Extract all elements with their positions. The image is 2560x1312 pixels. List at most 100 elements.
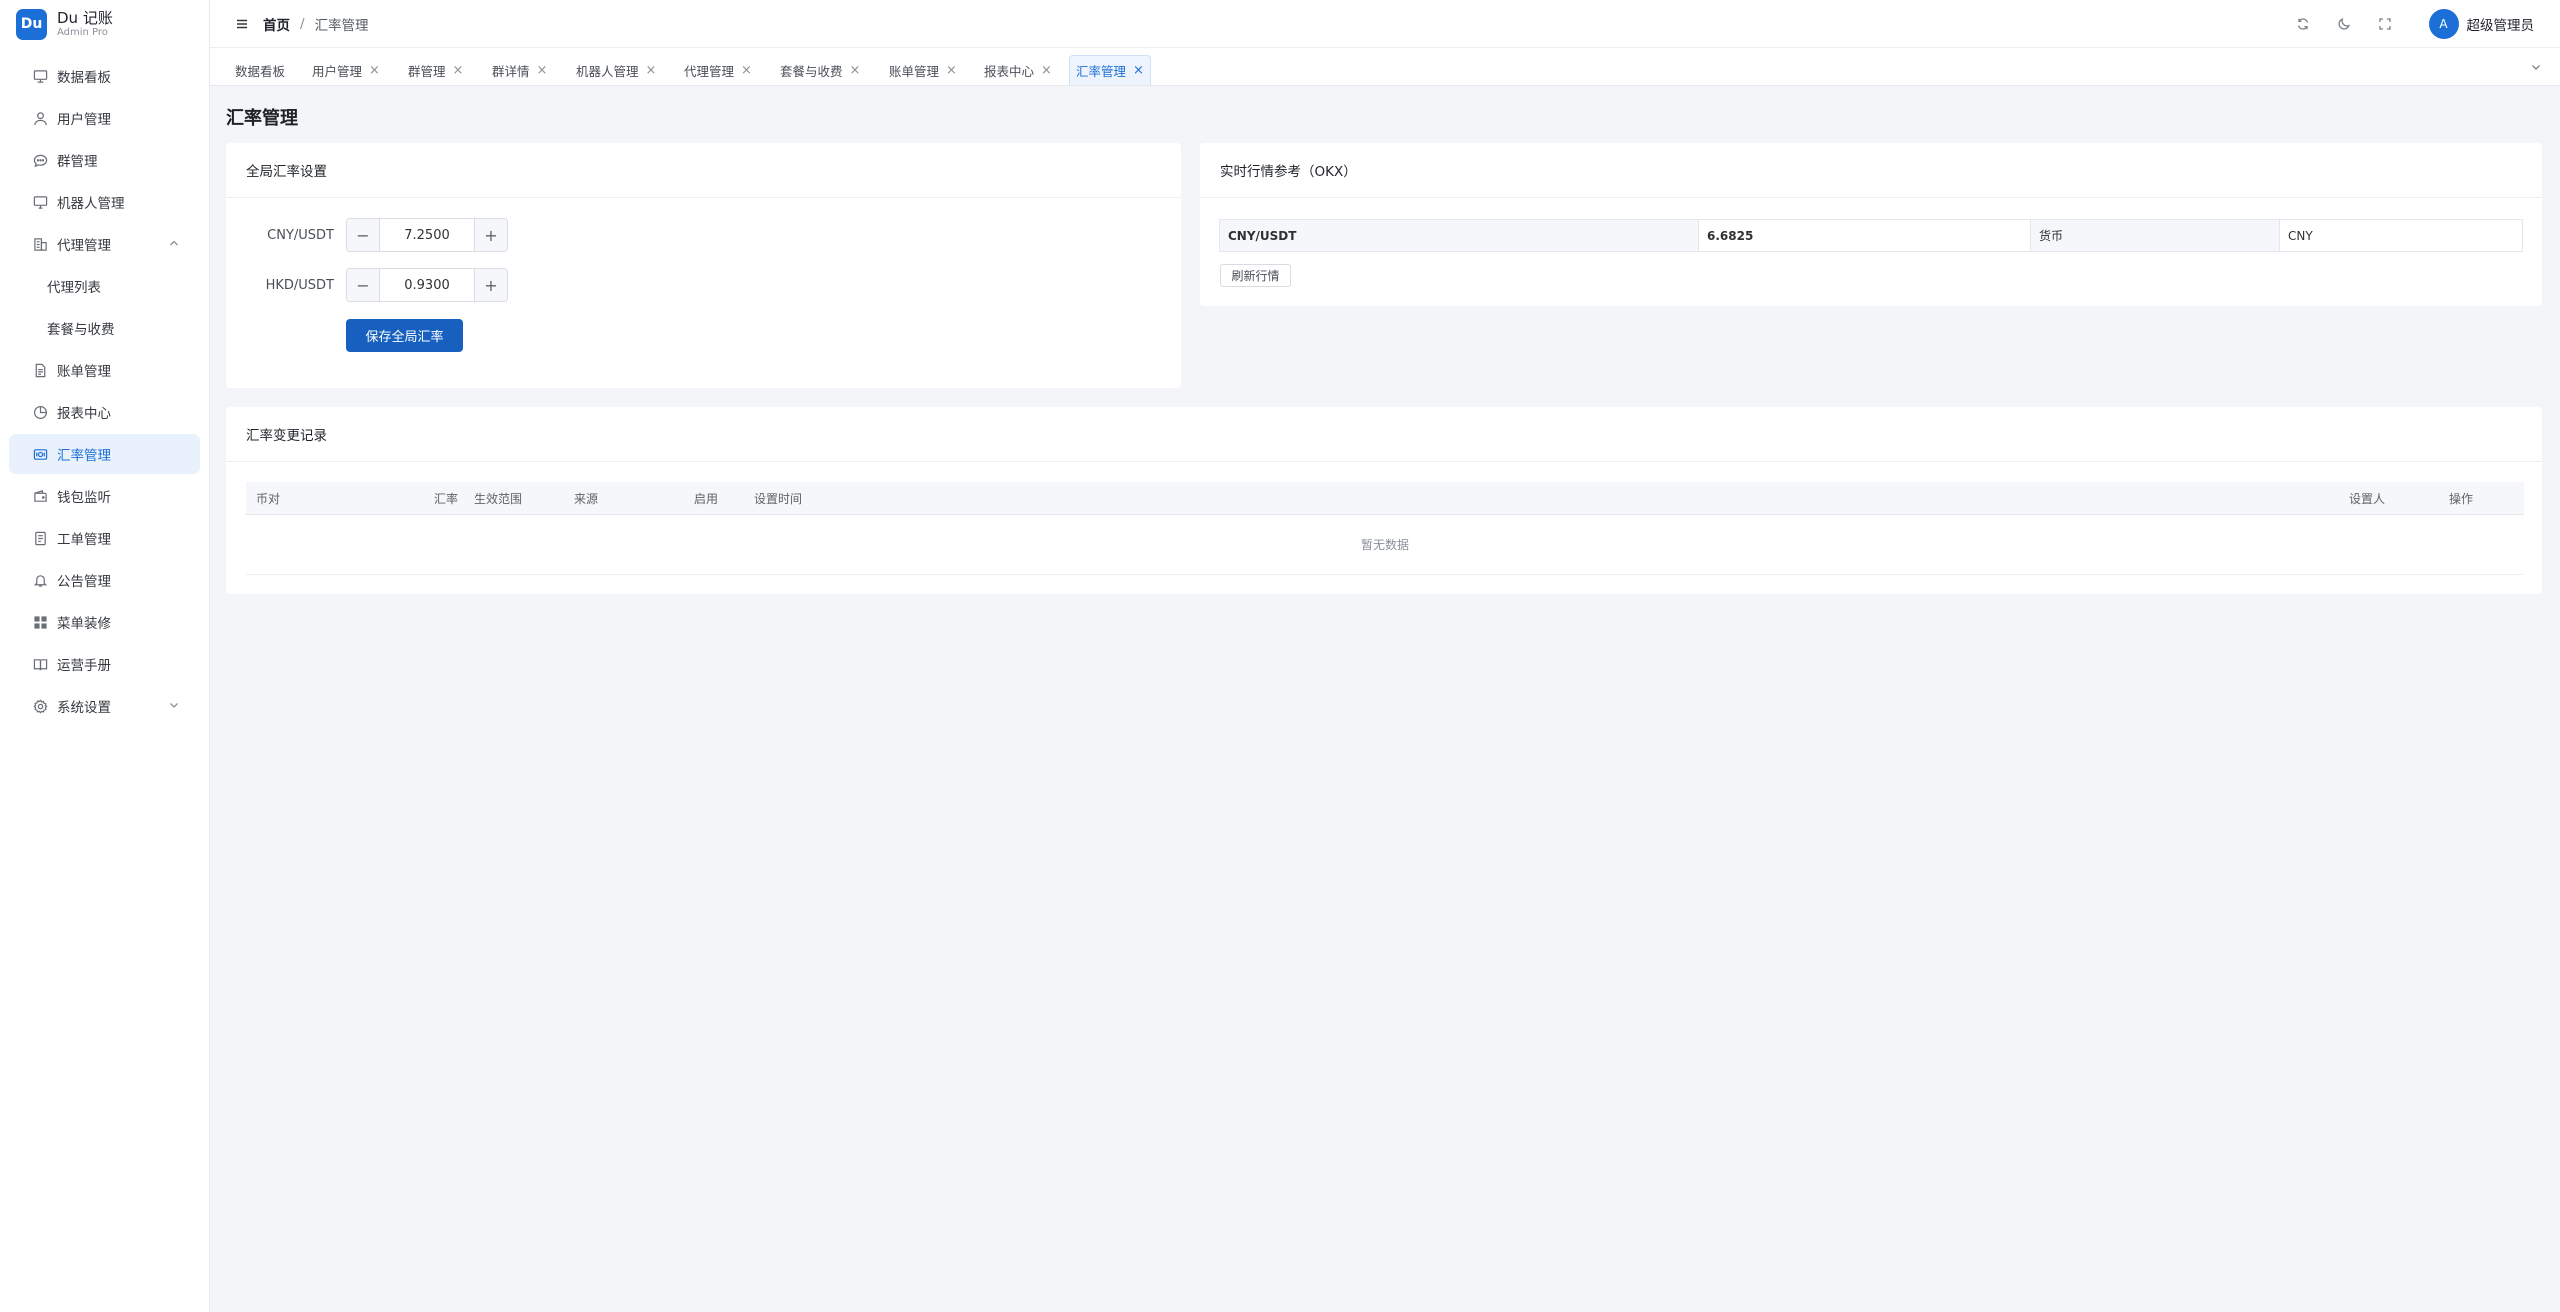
chevron-down-icon[interactable]	[168, 699, 180, 711]
close-icon[interactable]: ×	[946, 63, 957, 78]
top-header: 首页 / 汇率管理 A 超级管理员	[210, 0, 2560, 48]
tab-label: 代理管理	[684, 63, 735, 79]
close-icon[interactable]: ×	[453, 63, 464, 78]
save-global-rate-button[interactable]: 保存全局汇率	[346, 319, 463, 352]
sidebar-item-wallet-monitor[interactable]: 钱包监听	[9, 476, 200, 516]
breadcrumb: 首页 / 汇率管理	[263, 14, 369, 34]
tab-label: 用户管理	[312, 63, 363, 79]
breadcrumb-separator: /	[300, 15, 305, 32]
chevron-up-icon[interactable]	[168, 237, 180, 249]
sidebar-item-label: 运营手册	[57, 658, 111, 674]
wallet-icon	[32, 488, 48, 504]
close-icon[interactable]: ×	[1133, 63, 1144, 78]
decrement-button[interactable]: −	[347, 269, 380, 301]
tab-groups[interactable]: 群管理 ×	[402, 55, 469, 85]
sidebar-item-label: 公告管理	[57, 574, 111, 590]
sidebar-item-plans[interactable]: 套餐与收费	[9, 308, 200, 348]
sidebar-item-bots[interactable]: 机器人管理	[9, 182, 200, 222]
tab-label: 数据看板	[235, 63, 286, 79]
sidebar-item-users[interactable]: 用户管理	[9, 98, 200, 138]
column-header: 设置时间	[754, 492, 803, 506]
sidebar-item-label: 钱包监听	[57, 490, 111, 506]
sidebar-item-manual[interactable]: 运营手册	[9, 644, 200, 684]
currency-label: 货币	[2031, 220, 2280, 251]
tab-users[interactable]: 用户管理 ×	[306, 55, 386, 85]
sidebar-item-exchange-rates[interactable]: 汇率管理	[9, 434, 200, 474]
close-icon[interactable]: ×	[1041, 63, 1052, 78]
cny-rate-input[interactable]	[380, 219, 474, 251]
tab-plans[interactable]: 套餐与收费 ×	[774, 55, 866, 85]
close-icon[interactable]: ×	[369, 63, 380, 78]
close-icon[interactable]: ×	[741, 63, 752, 78]
column-header: 生效范围	[474, 492, 523, 506]
refresh-icon[interactable]	[2296, 17, 2310, 31]
refresh-quote-button[interactable]: 刷新行情	[1220, 264, 1291, 287]
sidebar-item-groups[interactable]: 群管理	[9, 140, 200, 180]
sidebar-item-settings[interactable]: 系统设置	[9, 686, 200, 726]
user-name[interactable]: 超级管理员	[2467, 14, 2535, 34]
sidebar-item-label: 报表中心	[57, 406, 111, 422]
column-header: 设置人	[2349, 492, 2386, 506]
tabs-bar: 数据看板 用户管理 × 群管理 × 群详情 × 机器人管理 × 代理管理 × 套餐与收费 ×…	[210, 48, 2560, 86]
dashboard-icon	[32, 68, 48, 84]
tab-bills[interactable]: 账单管理 ×	[883, 55, 963, 85]
sidebar-item-label: 汇率管理	[57, 448, 111, 464]
sidebar-item-announcements[interactable]: 公告管理	[9, 560, 200, 600]
breadcrumb-home[interactable]: 首页	[263, 14, 290, 34]
sidebar-item-label: 代理管理	[57, 238, 111, 254]
sidebar-item-dashboard[interactable]: 数据看板	[9, 56, 200, 96]
app-title: Du 记账	[57, 9, 113, 28]
page-title: 汇率管理	[226, 108, 298, 129]
tab-agents[interactable]: 代理管理 ×	[678, 55, 758, 85]
tab-label: 群详情	[492, 63, 530, 79]
sidebar-item-label: 菜单装修	[57, 616, 111, 632]
sidebar-item-bills[interactable]: 账单管理	[9, 350, 200, 390]
column-header: 币对	[256, 492, 281, 506]
grid-icon	[32, 614, 48, 630]
tab-label: 套餐与收费	[780, 63, 843, 79]
close-icon[interactable]: ×	[646, 63, 657, 78]
increment-button[interactable]: +	[474, 219, 507, 251]
tab-label: 报表中心	[984, 63, 1035, 79]
card-title: 全局汇率设置	[226, 143, 1181, 198]
sidebar-item-label: 系统设置	[57, 700, 111, 716]
decrement-button[interactable]: −	[347, 219, 380, 251]
logo[interactable]: Du Du 记账 Admin Pro	[0, 0, 209, 48]
column-header: 启用	[694, 492, 719, 506]
increment-button[interactable]: +	[474, 269, 507, 301]
column-header: 汇率	[434, 492, 459, 506]
sidebar-item-label: 工单管理	[57, 532, 111, 548]
tab-label: 群管理	[408, 63, 446, 79]
sidebar-item-tickets[interactable]: 工单管理	[9, 518, 200, 558]
sidebar-item-agent-list[interactable]: 代理列表	[9, 266, 200, 306]
dark-mode-icon[interactable]	[2337, 17, 2351, 31]
sidebar-item-label: 群管理	[57, 154, 98, 170]
rate-label: HKD/USDT	[265, 277, 334, 293]
tab-dashboard[interactable]: 数据看板	[229, 55, 291, 85]
exchange-icon	[32, 446, 48, 462]
close-icon[interactable]: ×	[850, 63, 861, 78]
book-icon	[32, 656, 48, 672]
hkd-rate-stepper: − +	[346, 268, 508, 302]
tab-reports[interactable]: 报表中心 ×	[978, 55, 1058, 85]
sidebar-item-menu-design[interactable]: 菜单装修	[9, 602, 200, 642]
close-icon[interactable]: ×	[537, 63, 548, 78]
tab-label: 机器人管理	[576, 63, 639, 79]
sidebar-item-label: 数据看板	[57, 70, 111, 86]
tab-exchange-rates[interactable]: 汇率管理 ×	[1069, 55, 1151, 85]
tab-label: 汇率管理	[1076, 64, 1127, 79]
hkd-rate-input[interactable]	[380, 269, 474, 301]
tab-group-detail[interactable]: 群详情 ×	[486, 55, 553, 85]
chevron-down-icon[interactable]	[2530, 61, 2542, 73]
sidebar-item-agents[interactable]: 代理管理	[9, 224, 200, 264]
tab-bots[interactable]: 机器人管理 ×	[570, 55, 662, 85]
sidebar-item-label: 用户管理	[57, 112, 111, 128]
avatar[interactable]: A	[2428, 9, 2459, 39]
fullscreen-icon[interactable]	[2378, 17, 2392, 31]
menu-toggle-icon[interactable]	[235, 17, 249, 31]
sidebar-menu: 数据看板 用户管理 群管理 机器人管理 代理管理 代理列表 套餐与收费 账单管理	[0, 48, 209, 726]
sidebar-item-reports[interactable]: 报表中心	[9, 392, 200, 432]
column-header: 来源	[574, 492, 599, 506]
pair-value: 6.6825	[1699, 220, 2031, 251]
building-icon	[32, 236, 48, 252]
